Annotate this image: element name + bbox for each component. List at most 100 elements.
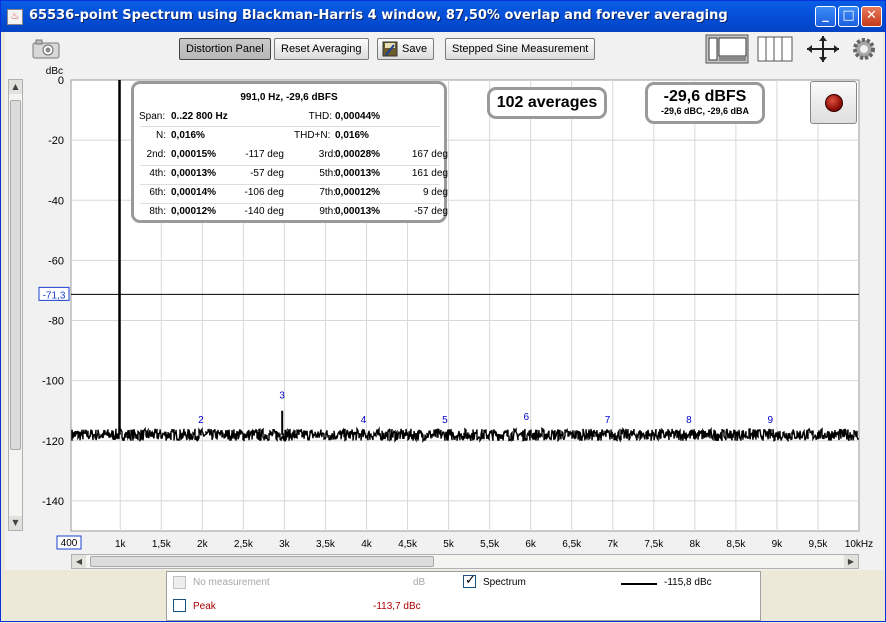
span-label: Span: (139, 111, 166, 122)
fundamental-readout: 991,0 Hz, -29,6 dBFS (240, 92, 338, 103)
harmonic-marker-label: 3 (279, 391, 285, 402)
scroll-left-icon[interactable]: ◀ (72, 555, 86, 568)
x-tick-label: 3k (279, 539, 291, 550)
spectrum-value: -115,8 dBc (664, 577, 712, 588)
peak-value: -113,7 dBc (373, 601, 421, 612)
y-tick-label: -80 (48, 316, 64, 328)
harmonic-value: 0,00013% (171, 168, 217, 179)
thdn-label: THD+N: (294, 130, 331, 141)
peak-checkbox[interactable] (173, 599, 186, 612)
thdn-value: 0,016% (335, 130, 369, 141)
harmonic-value: 0,00015% (171, 149, 217, 160)
no-measurement-unit: dB (413, 577, 426, 588)
peak-label: Peak (193, 601, 216, 612)
spectrum-checkbox[interactable]: ✓ (463, 573, 476, 588)
harmonic-value: 0,00012% (171, 206, 217, 217)
y-tick-label: -100 (42, 376, 64, 388)
harmonic-marker-label: 5 (442, 415, 448, 426)
averages-badge: 102 averages (487, 87, 607, 119)
thd-value: 0,00044% (335, 111, 381, 122)
harmonic-phase: -57 deg (250, 168, 284, 179)
record-led-icon (825, 94, 843, 112)
horizontal-scroll-thumb[interactable] (90, 556, 434, 567)
divider (140, 184, 440, 185)
x-tick-label: 8k (690, 539, 702, 550)
spectrum-line-swatch (621, 583, 657, 585)
harmonic-label: 3rd: (318, 149, 336, 160)
x-tick-label: 6k (525, 539, 537, 550)
harmonic-value: 0,00013% (335, 168, 381, 179)
harmonic-phase: 167 deg (411, 149, 448, 160)
x-tick-label: 7k (607, 539, 619, 550)
harmonic-value: 0,00012% (335, 187, 381, 198)
harmonic-value: 0,00013% (335, 206, 381, 217)
harmonic-label: 9th: (319, 206, 336, 217)
x-tick-label: 4k (361, 539, 373, 550)
x-tick-label: 6,5k (562, 539, 582, 550)
y-tick-label: -60 (48, 255, 64, 267)
x-tick-label: 400 (61, 538, 78, 549)
vertical-scroll-thumb[interactable] (10, 100, 21, 450)
divider (140, 165, 440, 166)
x-tick-label: 8,5k (726, 539, 746, 550)
level-dbfs: -29,6 dBFS (663, 88, 747, 105)
divider (140, 126, 440, 127)
harmonic-marker-label: 7 (605, 415, 611, 426)
harmonic-phase: -106 deg (244, 187, 284, 198)
harmonic-label: 5th: (319, 168, 336, 179)
harmonic-value: 0,00028% (335, 149, 381, 160)
harmonic-marker-label: 8 (686, 415, 692, 426)
x-tick-label: 10kHz (845, 539, 873, 550)
harmonic-phase: -57 deg (414, 206, 448, 217)
checkmark-icon: ✓ (465, 573, 476, 588)
span-value: 0..22 800 Hz (171, 111, 228, 122)
level-weighted: -29,6 dBC, -29,6 dBA (660, 106, 750, 116)
scroll-up-icon[interactable]: ▲ (9, 80, 22, 94)
harmonic-marker-label: 2 (198, 415, 204, 426)
harmonic-phase: -117 deg (245, 149, 284, 160)
thd-label: THD: (308, 111, 332, 122)
harmonic-label: 4th: (149, 168, 166, 179)
harmonic-label: 7th: (319, 187, 336, 198)
x-tick-label: 2,5k (234, 539, 254, 550)
x-tick-label: 4,5k (398, 539, 418, 550)
harmonic-marker-label: 4 (361, 415, 367, 426)
scroll-down-icon[interactable]: ▼ (9, 516, 22, 530)
x-tick-label: 9k (772, 539, 784, 550)
harmonic-label: 6th: (149, 187, 166, 198)
y-tick-label: -140 (42, 496, 64, 508)
y-tick-label: -20 (48, 135, 64, 147)
n-value: 0,016% (171, 130, 205, 141)
harmonic-phase: -140 deg (244, 206, 284, 217)
y-tick-label: -40 (48, 195, 64, 207)
scroll-right-icon[interactable]: ▶ (844, 555, 858, 568)
harmonic-label: 8th: (149, 206, 166, 217)
x-tick-label: 5k (443, 539, 455, 550)
x-tick-label: 2k (197, 539, 209, 550)
distortion-panel[interactable]: 991,0 Hz, -29,6 dBFS Span: 0..22 800 Hz … (131, 81, 448, 223)
harmonic-marker-label: 6 (523, 412, 529, 423)
x-tick-label: 1,5k (152, 539, 172, 550)
no-measurement-checkbox[interactable] (173, 576, 186, 589)
x-tick-label: 5,5k (480, 539, 500, 550)
x-tick-label: 3,5k (316, 539, 336, 550)
y-axis-label: dBc (46, 66, 63, 77)
x-tick-label: 7,5k (644, 539, 664, 550)
y-tick-label: -120 (42, 436, 64, 448)
app-window: ♨ 65536-point Spectrum using Blackman-Ha… (0, 0, 886, 622)
divider (140, 203, 440, 204)
n-label: N: (156, 130, 166, 141)
cursor-label: -71,3 (43, 290, 66, 301)
record-button[interactable] (810, 81, 857, 124)
legend-panel: No measurement dB ✓ Spectrum -115,8 dBc … (166, 571, 761, 621)
harmonic-value: 0,00014% (171, 187, 217, 198)
horizontal-scrollbar[interactable]: ◀ ▶ (71, 554, 859, 569)
level-readout: -29,6 dBFS -29,6 dBC, -29,6 dBA (645, 82, 765, 124)
harmonic-marker-label: 9 (767, 415, 773, 426)
vertical-scrollbar[interactable]: ▲ ▼ (8, 79, 23, 531)
harmonic-phase: 161 deg (411, 168, 448, 179)
harmonic-label: 2nd: (146, 149, 166, 160)
no-measurement-label: No measurement (193, 577, 270, 588)
spectrum-label: Spectrum (483, 577, 526, 588)
x-tick-label: 9,5k (809, 539, 829, 550)
